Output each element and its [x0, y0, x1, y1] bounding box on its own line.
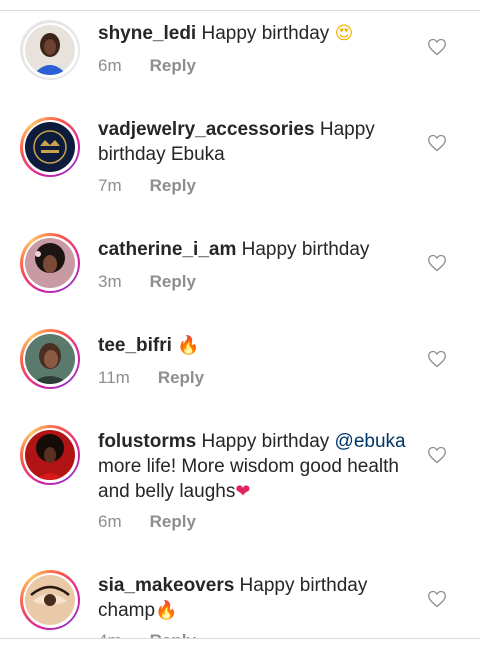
comment-text: tee_bifri 🔥	[98, 333, 408, 358]
avatar[interactable]	[20, 570, 80, 630]
mention-link[interactable]: @ebuka	[335, 431, 406, 452]
bottom-divider	[0, 638, 480, 650]
avatar-photo	[25, 430, 75, 480]
avatar[interactable]	[20, 233, 80, 293]
comment-body: Happy birthday	[196, 431, 335, 452]
avatar-photo	[25, 25, 75, 75]
heart-outline-icon[interactable]	[427, 253, 447, 273]
username-link[interactable]: shyne_ledi	[98, 23, 196, 44]
heart-outline-icon[interactable]	[427, 349, 447, 369]
comment-meta: 6m Reply	[98, 511, 196, 533]
avatar-photo	[25, 334, 75, 384]
reply-button[interactable]: Reply	[158, 368, 204, 387]
username-link[interactable]: tee_bifri	[98, 335, 172, 356]
comment-time: 7m	[98, 176, 122, 195]
comment-text: sia_makeovers Happy birthday champ🔥	[98, 573, 408, 623]
avatar[interactable]	[20, 117, 80, 177]
comment-meta: 6m Reply	[98, 55, 196, 77]
comment-body: Happy birthday	[196, 23, 330, 44]
reply-button[interactable]: Reply	[150, 272, 196, 291]
heart-outline-icon[interactable]	[427, 589, 447, 609]
username-link[interactable]: folustorms	[98, 431, 196, 452]
comment-text: folustorms Happy birthday @ebuka more li…	[98, 429, 408, 504]
avatar[interactable]	[20, 425, 80, 485]
avatar-photo	[25, 575, 75, 625]
comment-time: 3m	[98, 272, 122, 291]
top-divider	[0, 0, 480, 11]
fire-emoji: 🔥	[155, 600, 178, 621]
comment-meta: 7m Reply	[98, 175, 196, 197]
comment-body: Happy birthday	[236, 239, 370, 260]
comment-text: catherine_i_am Happy birthday	[98, 237, 408, 262]
comment-text: shyne_ledi Happy birthday 😍	[98, 21, 408, 46]
heart-outline-icon[interactable]	[427, 133, 447, 153]
red-heart-emoji: ❤	[235, 481, 251, 502]
comment-meta: 3m Reply	[98, 271, 196, 293]
fire-emoji: 🔥	[177, 335, 200, 356]
username-link[interactable]: catherine_i_am	[98, 239, 236, 260]
username-link[interactable]: vadjewelry_accessories	[98, 119, 315, 140]
heart-outline-icon[interactable]	[427, 37, 447, 57]
avatar-photo	[25, 122, 75, 172]
avatar[interactable]	[20, 329, 80, 389]
username-link[interactable]: sia_makeovers	[98, 575, 234, 596]
reply-button[interactable]: Reply	[150, 512, 196, 531]
heart-eyes-emoji: 😍	[334, 23, 354, 44]
comment-time: 6m	[98, 512, 122, 531]
avatar-photo	[25, 238, 75, 288]
comment-text: vadjewelry_accessories Happy birthday Eb…	[98, 117, 408, 167]
heart-outline-icon[interactable]	[427, 445, 447, 465]
comment-time: 6m	[98, 56, 122, 75]
comment-time: 11m	[98, 368, 130, 387]
comment-meta: 11m Reply	[98, 367, 204, 389]
reply-button[interactable]: Reply	[150, 176, 196, 195]
reply-button[interactable]: Reply	[150, 56, 196, 75]
avatar[interactable]	[20, 20, 80, 80]
